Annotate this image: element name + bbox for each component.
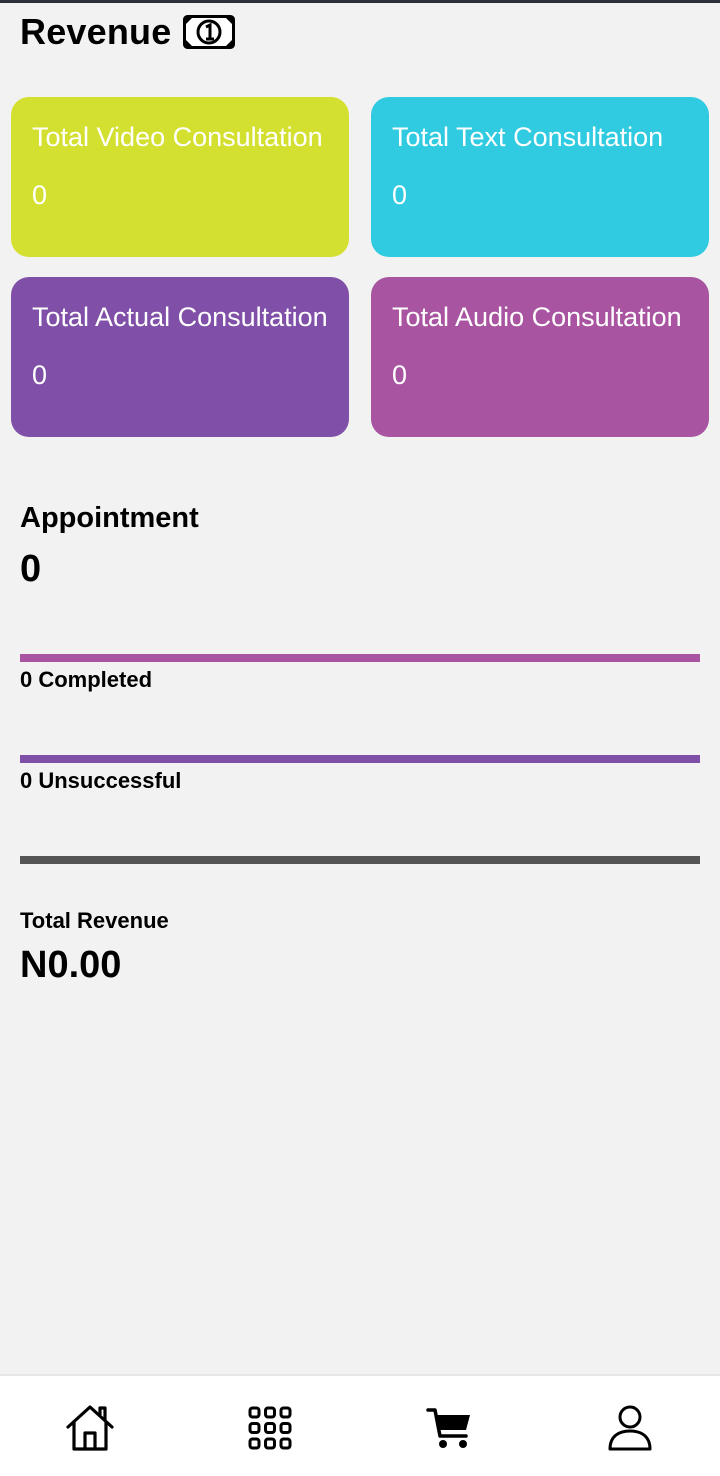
card-value: 0: [392, 180, 408, 210]
nav-apps[interactable]: [240, 1398, 300, 1458]
completed-label: 0 Completed: [20, 667, 153, 692]
bottom-navigation: [0, 1374, 720, 1476]
appointment-count: 0: [20, 548, 42, 590]
appointment-label: Appointment: [20, 502, 199, 534]
nav-profile[interactable]: [600, 1398, 660, 1458]
completed-progress-bar: [20, 654, 700, 662]
actual-consultation-card[interactable]: Total Actual Consultation 0: [11, 277, 349, 437]
card-value: 0: [32, 360, 48, 390]
cart-icon: [426, 1408, 470, 1448]
page-title: Revenue: [20, 11, 172, 52]
video-consultation-card[interactable]: Total Video Consultation 0: [11, 97, 349, 257]
card-value: 0: [32, 180, 48, 210]
nav-cart[interactable]: [420, 1398, 480, 1458]
card-title: Total Video Consultation: [32, 122, 323, 152]
card-title: Total Actual Consultation: [32, 302, 328, 332]
total-revenue-label: Total Revenue: [20, 908, 169, 933]
profile-icon: [608, 1405, 652, 1451]
card-title: Total Audio Consultation: [392, 302, 682, 332]
money-bill-icon: [183, 15, 236, 49]
card-value: 0: [392, 360, 408, 390]
section-divider: [20, 856, 700, 864]
status-bar-edge: [0, 0, 720, 3]
unsuccessful-label: 0 Unsuccessful: [20, 768, 182, 793]
audio-consultation-card[interactable]: Total Audio Consultation 0: [371, 277, 709, 437]
unsuccessful-progress-bar: [20, 755, 700, 763]
page-header: Revenue: [20, 10, 236, 54]
home-icon: [66, 1405, 114, 1451]
apps-grid-icon: [248, 1406, 292, 1450]
text-consultation-card[interactable]: Total Text Consultation 0: [371, 97, 709, 257]
nav-home[interactable]: [60, 1398, 120, 1458]
total-revenue-value: N0.00: [20, 944, 122, 986]
card-title: Total Text Consultation: [392, 122, 664, 152]
